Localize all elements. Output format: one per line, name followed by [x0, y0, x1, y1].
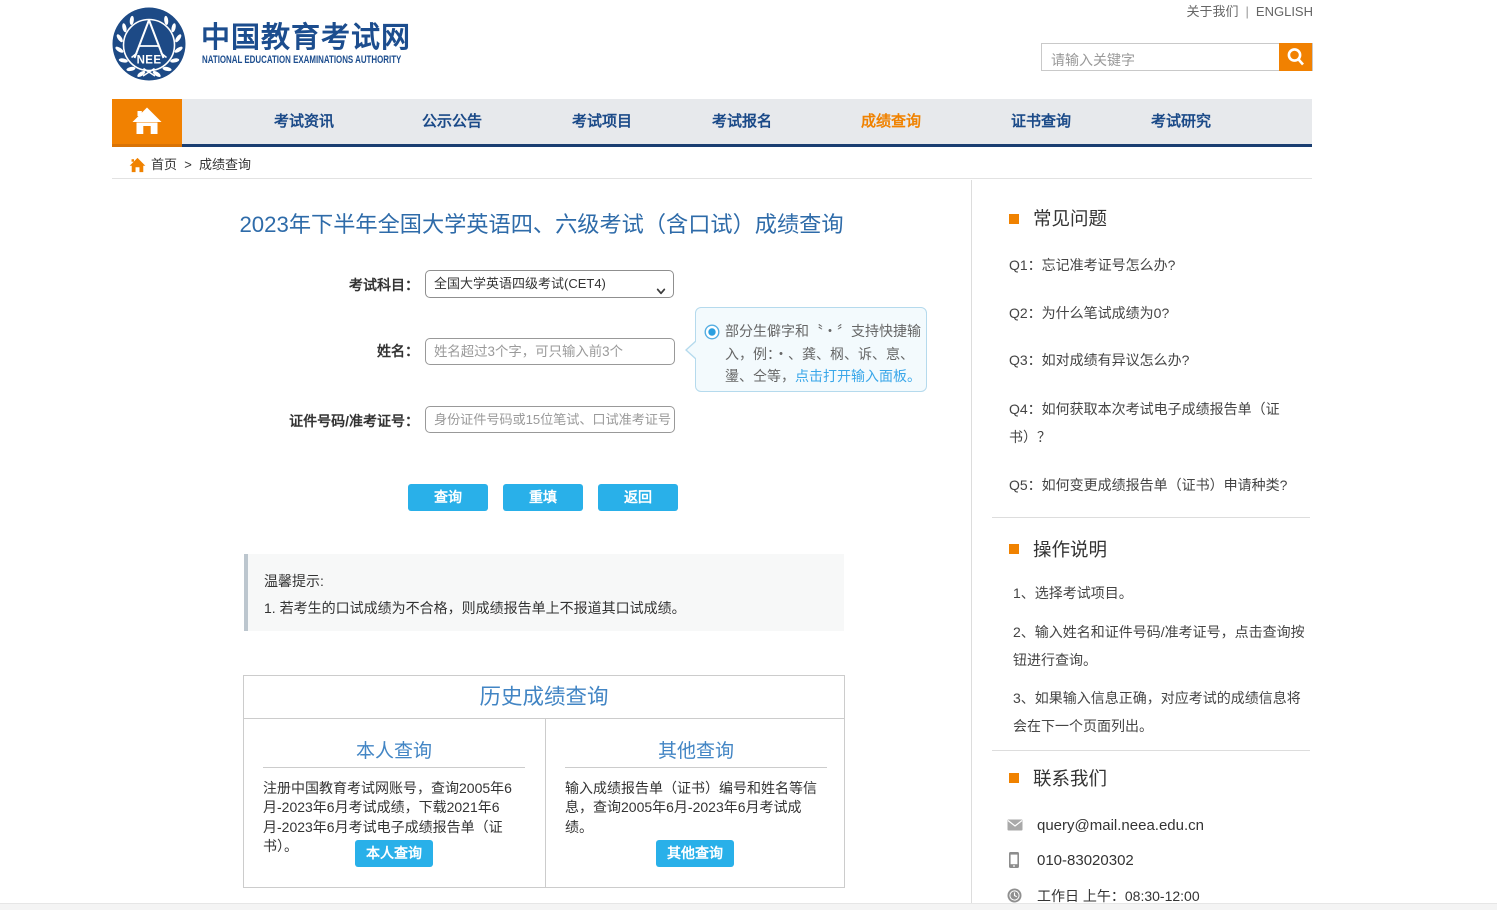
svg-text:NEE: NEE: [137, 55, 162, 67]
